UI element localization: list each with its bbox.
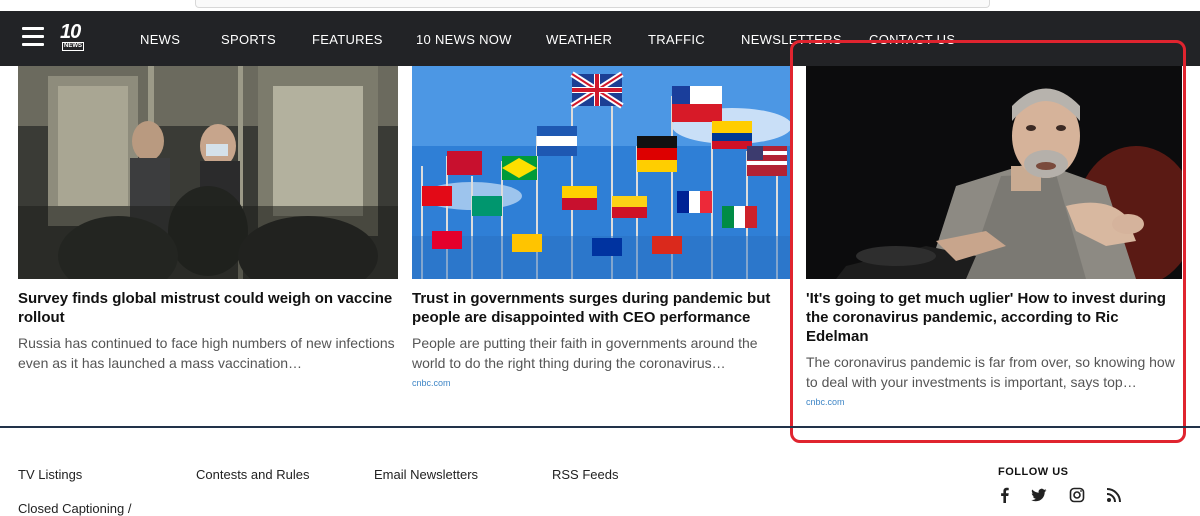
article-card-invest-pandemic[interactable]: 'It's going to get much uglier' How to i… [806, 66, 1182, 407]
footer-link-email-newsletters[interactable]: Email Newsletters [374, 467, 478, 482]
article-image-speaker[interactable] [806, 66, 1182, 279]
article-description: People are putting their faith in govern… [412, 335, 758, 371]
nav-item-traffic[interactable]: TRAFFIC [648, 32, 705, 47]
follow-us-label: FOLLOW US [998, 466, 1069, 478]
article-image-flags[interactable] [412, 66, 792, 279]
main-navigation-bar: 10 NEWS NEWS SPORTS FEATURES 10 NEWS NOW… [0, 11, 1200, 66]
rss-icon[interactable] [1106, 487, 1122, 503]
menu-icon[interactable] [22, 27, 44, 47]
logo-tag: NEWS [62, 42, 84, 51]
article-source[interactable]: cnbc.com [412, 378, 792, 388]
footer-divider [0, 426, 1200, 428]
nav-item-contact-us[interactable]: CONTACT US [869, 32, 955, 47]
nav-item-weather[interactable]: WEATHER [546, 32, 612, 47]
article-title[interactable]: 'It's going to get much uglier' How to i… [806, 289, 1182, 346]
article-description: The coronavirus pandemic is far from ove… [806, 354, 1175, 390]
nav-item-features[interactable]: FEATURES [312, 32, 383, 47]
article-description: Russia has continued to face high number… [18, 335, 395, 371]
footer-link-contests-rules[interactable]: Contests and Rules [196, 467, 309, 482]
footer-link-tv-listings[interactable]: TV Listings [18, 467, 82, 482]
instagram-icon[interactable] [1069, 487, 1085, 503]
article-card-vaccine-mistrust[interactable]: Survey finds global mistrust could weigh… [18, 66, 398, 373]
station-logo[interactable]: 10 NEWS [60, 21, 90, 55]
nav-item-newsletters[interactable]: NEWSLETTERS [741, 32, 842, 47]
article-image-subway[interactable] [18, 66, 398, 279]
facebook-icon[interactable] [997, 487, 1013, 503]
article-title[interactable]: Survey finds global mistrust could weigh… [18, 289, 398, 327]
footer-link-rss-feeds[interactable]: RSS Feeds [552, 467, 618, 482]
top-strip [0, 0, 1200, 11]
nav-item-sports[interactable]: SPORTS [221, 32, 276, 47]
twitter-icon[interactable] [1031, 487, 1047, 503]
logo-number: 10 [60, 21, 81, 43]
nav-item-10-news-now[interactable]: 10 NEWS NOW [416, 32, 512, 47]
article-title[interactable]: Trust in governments surges during pande… [412, 289, 792, 327]
nav-item-news[interactable]: NEWS [140, 32, 180, 47]
search-bar[interactable] [195, 0, 990, 8]
article-source[interactable]: cnbc.com [806, 397, 1182, 407]
article-card-trust-governments[interactable]: Trust in governments surges during pande… [412, 66, 792, 388]
